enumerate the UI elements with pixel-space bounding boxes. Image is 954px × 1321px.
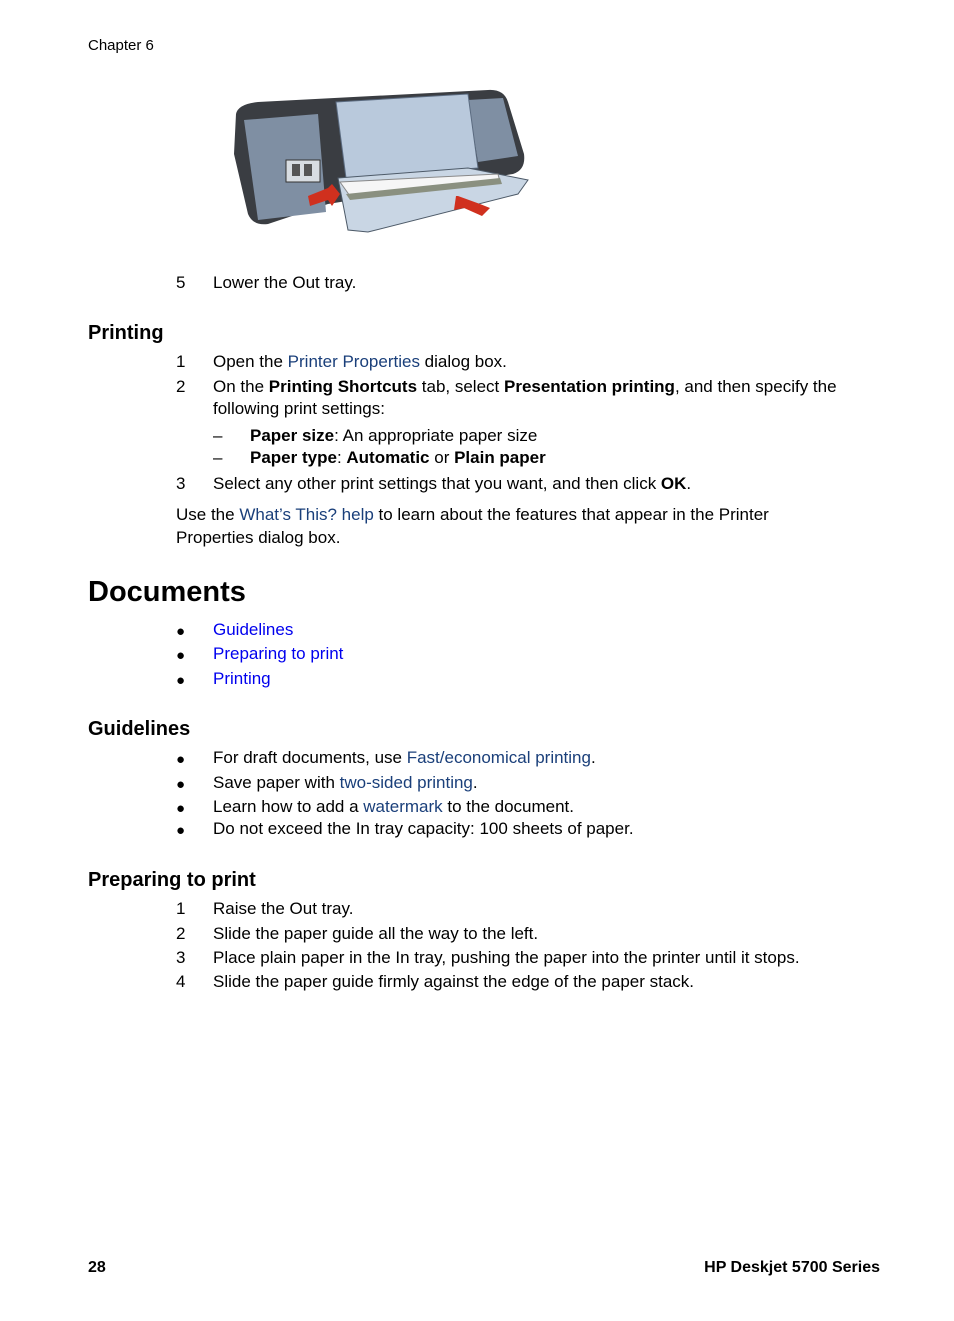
- page-number: 28: [88, 1259, 106, 1276]
- step-number: 1: [176, 899, 186, 918]
- printer-illustration: [228, 84, 532, 238]
- product-name: HP Deskjet 5700 Series: [704, 1259, 880, 1276]
- toc-link-guidelines[interactable]: Guidelines: [213, 619, 293, 641]
- bullet-icon: ●: [176, 647, 186, 664]
- bullet-icon: ●: [176, 623, 186, 640]
- step-text-cont: following print settings:: [213, 399, 385, 418]
- step-text: Slide the paper guide firmly against the…: [213, 972, 695, 991]
- step-number: 3: [176, 948, 186, 967]
- step-text: Slide the paper guide all the way to the…: [213, 924, 539, 943]
- step-text: Raise the Out tray.: [213, 899, 354, 918]
- bullet-icon: ●: [176, 822, 186, 839]
- two-sided-printing-link[interactable]: two-sided printing: [340, 773, 473, 792]
- sub-item: Paper size: An appropriate paper size: [250, 426, 538, 445]
- preparing-heading: Preparing to print: [88, 869, 256, 891]
- step-number: 2: [176, 924, 186, 943]
- bullet-icon: ●: [176, 751, 186, 768]
- step-number: 2: [176, 377, 186, 396]
- dash-marker: –: [213, 448, 223, 467]
- step-number: 3: [176, 474, 186, 493]
- list-item: Do not exceed the In tray capacity: 100 …: [213, 819, 634, 838]
- documents-heading: Documents: [88, 576, 246, 608]
- bullet-icon: ●: [176, 672, 186, 689]
- step-text: Select any other print settings that you…: [213, 474, 692, 493]
- note-text: Use the What’s This? help to learn about…: [176, 505, 769, 524]
- printer-properties-link[interactable]: Printer Properties: [288, 352, 420, 371]
- step-text: On the Printing Shortcuts tab, select Pr…: [213, 377, 837, 396]
- step-number: 4: [176, 972, 186, 991]
- chapter-header: Chapter 6: [88, 37, 154, 54]
- step-number: 1: [176, 352, 186, 371]
- list-item: Learn how to add a watermark to the docu…: [213, 797, 575, 816]
- printing-heading: Printing: [88, 322, 164, 344]
- bullet-icon: ●: [176, 800, 186, 817]
- note-text-cont: Properties dialog box.: [176, 528, 341, 547]
- step-text: Open the Printer Properties dialog box.: [213, 352, 507, 371]
- sub-item: Paper type: Automatic or Plain paper: [250, 448, 546, 467]
- toc-link-preparing[interactable]: Preparing to print: [213, 643, 343, 665]
- list-item: Save paper with two-sided printing.: [213, 773, 478, 792]
- whats-this-help-link[interactable]: What’s This? help: [239, 505, 374, 524]
- watermark-link[interactable]: watermark: [363, 797, 442, 816]
- printer-image: [234, 89, 529, 233]
- fast-economical-link[interactable]: Fast/economical printing: [407, 748, 591, 767]
- dash-marker: –: [213, 426, 223, 445]
- step-text: Lower the Out tray.: [213, 273, 357, 292]
- guidelines-heading: Guidelines: [88, 718, 191, 740]
- list-item: For draft documents, use Fast/economical…: [213, 748, 596, 767]
- bullet-icon: ●: [176, 776, 186, 793]
- step-text: Place plain paper in the In tray, pushin…: [213, 948, 800, 967]
- toc-link-printing[interactable]: Printing: [213, 668, 271, 690]
- step-number: 5: [176, 273, 186, 292]
